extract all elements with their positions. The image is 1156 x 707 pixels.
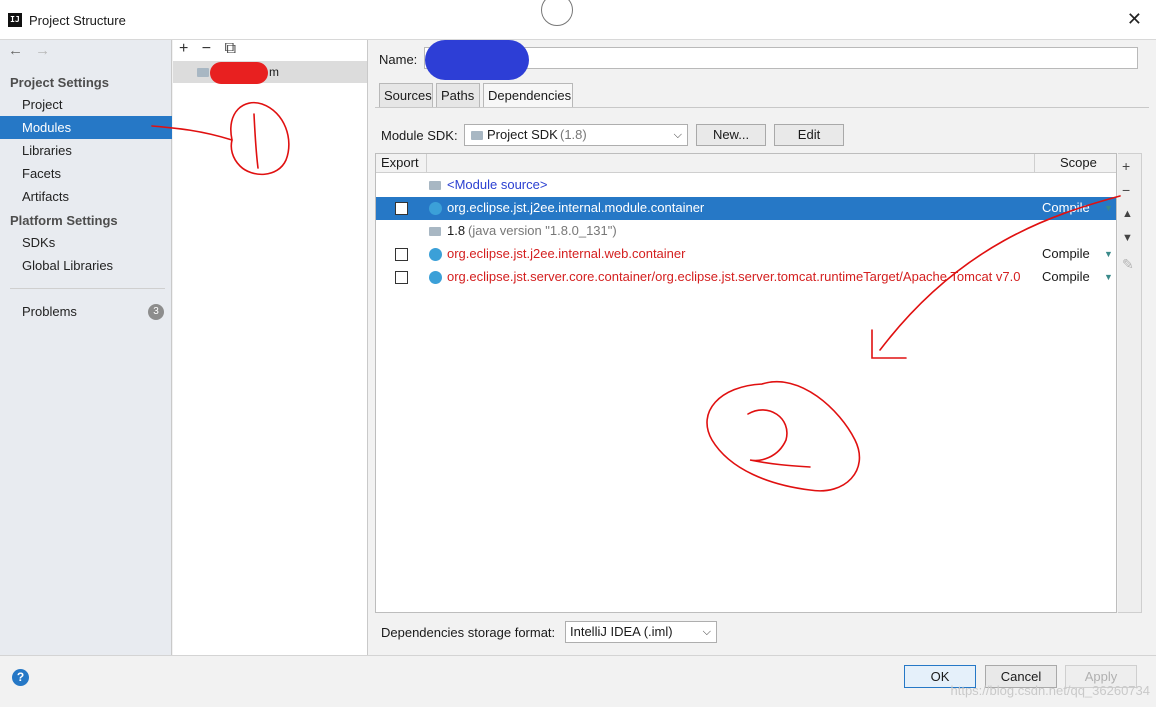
move-down-icon[interactable]: ▼ bbox=[1122, 232, 1133, 244]
close-icon[interactable]: ✕ bbox=[1127, 9, 1142, 30]
sdk-value: Project SDK bbox=[487, 127, 558, 142]
sidebar-item-problems[interactable]: Problems 3 bbox=[0, 300, 172, 323]
folder-icon bbox=[429, 227, 441, 236]
dependencies-table: Export Scope <Module source> org.eclipse.… bbox=[375, 153, 1117, 613]
dependency-name: org.eclipse.jst.j2ee.internal.web.contai… bbox=[447, 246, 686, 261]
watermark-text: https://blog.csdn.net/qq_36260734 bbox=[950, 683, 1151, 698]
tab-paths[interactable]: Paths bbox=[436, 83, 480, 108]
scope-dropdown-icon[interactable]: ▼ bbox=[1104, 266, 1113, 288]
dependency-name: org.eclipse.jst.j2ee.internal.module.con… bbox=[447, 200, 705, 215]
chevron-down-icon: ⌵ bbox=[673, 129, 682, 141]
sidebar-item-sdks[interactable]: SDKs bbox=[0, 231, 172, 254]
add-dependency-icon[interactable]: + bbox=[1122, 158, 1130, 174]
sidebar-item-project[interactable]: Project bbox=[0, 93, 172, 116]
module-list-item[interactable]: m bbox=[173, 61, 367, 84]
sidebar-item-modules[interactable]: Modules bbox=[0, 116, 172, 139]
dependency-scope[interactable]: Compile bbox=[1042, 266, 1090, 288]
sidebar-item-artifacts[interactable]: Artifacts bbox=[0, 185, 172, 208]
dependency-row[interactable]: org.eclipse.jst.server.core.container/or… bbox=[376, 266, 1116, 289]
tab-sources[interactable]: Sources bbox=[379, 83, 433, 108]
name-redaction-scribble bbox=[425, 40, 529, 80]
module-sdk-select[interactable]: Project SDK (1.8) ⌵ bbox=[464, 124, 688, 146]
module-name: m bbox=[269, 65, 279, 79]
dependency-name: <Module source> bbox=[447, 177, 548, 192]
dependency-scope[interactable]: Compile bbox=[1042, 243, 1090, 265]
sdk-folder-icon bbox=[471, 131, 483, 140]
tabs-underline bbox=[375, 107, 1149, 108]
module-folder-icon bbox=[197, 68, 209, 77]
library-icon bbox=[429, 202, 442, 215]
sdk-version: (1.8) bbox=[560, 127, 587, 142]
move-up-icon[interactable]: ▲ bbox=[1122, 208, 1133, 220]
back-arrow-icon[interactable]: ← bbox=[8, 42, 23, 59]
dialog-footer: ? OK Cancel Apply https://blog.csdn.net/… bbox=[0, 655, 1156, 707]
scope-dropdown-icon[interactable]: ▼ bbox=[1104, 243, 1113, 265]
sidebar-divider bbox=[10, 288, 165, 289]
dependency-scope[interactable]: Compile bbox=[1042, 197, 1090, 219]
help-icon[interactable]: ? bbox=[12, 669, 29, 686]
export-column-header[interactable]: Export bbox=[376, 154, 427, 173]
folder-icon bbox=[429, 181, 441, 190]
storage-format-select[interactable]: IntelliJ IDEA (.iml) ⌵ bbox=[565, 621, 717, 643]
scope-dropdown-icon[interactable]: ▼ bbox=[1104, 197, 1113, 219]
title-bar: IJ Project Structure ✕ bbox=[0, 0, 1156, 40]
sidebar-item-facets[interactable]: Facets bbox=[0, 162, 172, 185]
module-name-field[interactable] bbox=[424, 47, 1138, 69]
tab-dependencies[interactable]: Dependencies bbox=[483, 83, 573, 108]
settings-sidebar: ← → Project Settings Project Modules Lib… bbox=[0, 40, 172, 655]
export-checkbox[interactable] bbox=[395, 202, 408, 215]
remove-dependency-icon[interactable]: − bbox=[1122, 182, 1130, 198]
name-label: Name: bbox=[379, 52, 418, 67]
module-details: Name: Sources Paths Dependencies Module … bbox=[369, 40, 1156, 655]
dependency-row[interactable]: org.eclipse.jst.j2ee.internal.module.con… bbox=[376, 197, 1116, 220]
module-list-panel: + − ⧉ m bbox=[173, 40, 368, 655]
library-icon bbox=[429, 248, 442, 261]
sidebar-item-global-libraries[interactable]: Global Libraries bbox=[0, 254, 172, 277]
window-title: Project Structure bbox=[29, 13, 126, 28]
dependency-name: 1.8 bbox=[447, 223, 466, 238]
problems-label: Problems bbox=[22, 304, 77, 319]
sidebar-item-libraries[interactable]: Libraries bbox=[0, 139, 172, 162]
copy-module-icon[interactable]: ⧉ bbox=[225, 40, 236, 57]
dependency-row[interactable]: org.eclipse.jst.j2ee.internal.web.contai… bbox=[376, 243, 1116, 266]
forward-arrow-icon[interactable]: → bbox=[35, 42, 50, 59]
storage-format-label: Dependencies storage format: bbox=[381, 625, 556, 640]
dependency-name: org.eclipse.jst.server.core.container/or… bbox=[447, 269, 1021, 284]
scope-column-header[interactable]: Scope bbox=[1034, 154, 1116, 173]
project-settings-header: Project Settings bbox=[10, 75, 109, 90]
cursor-circle bbox=[541, 0, 573, 26]
module-sdk-label: Module SDK: bbox=[381, 128, 458, 143]
library-icon bbox=[429, 271, 442, 284]
edit-dependency-icon[interactable]: ✎ bbox=[1122, 256, 1134, 273]
problems-count-badge: 3 bbox=[148, 304, 164, 320]
dependency-version-detail: (java version "1.8.0_131") bbox=[468, 223, 617, 238]
remove-module-icon[interactable]: − bbox=[202, 40, 211, 57]
redaction-scribble bbox=[210, 62, 268, 84]
intellij-app-icon: IJ bbox=[8, 13, 22, 27]
storage-format-value: IntelliJ IDEA (.iml) bbox=[570, 624, 673, 639]
dependency-side-toolbar: + − ▲ ▼ ✎ bbox=[1118, 153, 1142, 613]
new-sdk-button[interactable]: New... bbox=[696, 124, 766, 146]
name-column-header bbox=[427, 154, 1034, 173]
edit-sdk-button[interactable]: Edit bbox=[774, 124, 844, 146]
export-checkbox[interactable] bbox=[395, 271, 408, 284]
dependency-row[interactable]: <Module source> bbox=[376, 174, 1116, 197]
nav-arrows: ← → bbox=[8, 42, 58, 59]
module-toolbar: + − ⧉ bbox=[179, 40, 245, 58]
chevron-down-icon: ⌵ bbox=[702, 626, 711, 638]
dependency-row[interactable]: 1.8 (java version "1.8.0_131") bbox=[376, 220, 1116, 243]
platform-settings-header: Platform Settings bbox=[10, 213, 118, 228]
add-module-icon[interactable]: + bbox=[179, 40, 188, 57]
export-checkbox[interactable] bbox=[395, 248, 408, 261]
